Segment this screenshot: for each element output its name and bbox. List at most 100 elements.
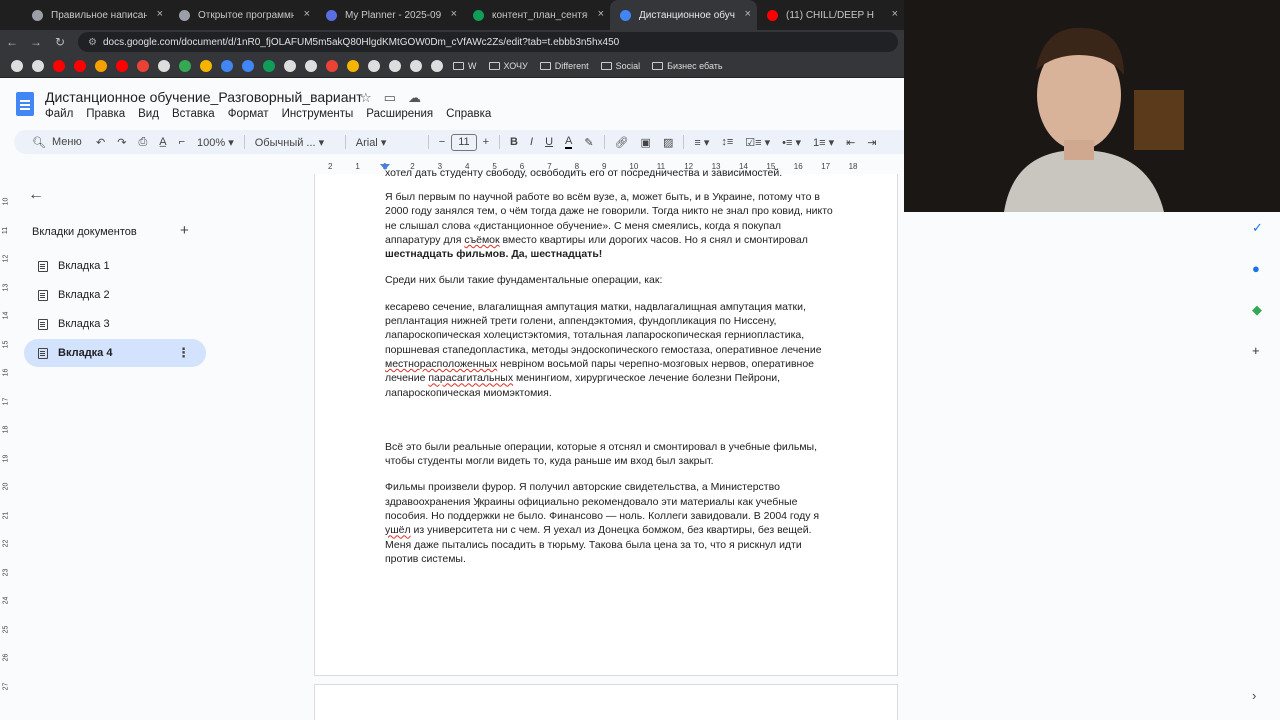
italic-icon[interactable]: I xyxy=(530,136,533,148)
style-select[interactable]: Обычный ... ▾ xyxy=(255,136,335,149)
bookmark-icon[interactable] xyxy=(199,59,212,72)
bookmark-icon[interactable] xyxy=(304,59,317,72)
decrease-font-icon[interactable]: − xyxy=(439,136,445,148)
browser-tab[interactable]: (11) CHILL/DEEP H × xyxy=(757,0,904,30)
checklist-icon[interactable]: ☑≡ ▾ xyxy=(745,136,770,149)
add-tab-icon[interactable]: + xyxy=(180,222,189,239)
cloud-status-icon[interactable]: ☁ xyxy=(408,90,421,106)
paragraph[interactable]: кесарево сечение, влагалищная ампутация … xyxy=(385,300,833,400)
browser-tab[interactable]: Открытое программное обес × xyxy=(169,0,316,30)
close-tab-icon[interactable]: × xyxy=(598,8,604,20)
bookmark-icon[interactable] xyxy=(220,59,233,72)
bookmark-icon[interactable] xyxy=(388,59,401,72)
misspelled-word[interactable]: местнорасположенных xyxy=(385,358,497,370)
maps-icon[interactable]: ◆ xyxy=(1252,302,1262,318)
undo-icon[interactable]: ↶ xyxy=(96,136,105,149)
paragraph[interactable]: Всё это были реальные операции, которые … xyxy=(385,440,833,469)
numbered-list-icon[interactable]: 1≡ ▾ xyxy=(813,136,834,149)
bookmark-icon[interactable] xyxy=(262,59,275,72)
menu-item[interactable]: Правка xyxy=(86,108,125,120)
menu-item[interactable]: Вставка xyxy=(172,108,215,120)
bookmark-icon[interactable] xyxy=(94,59,107,72)
misspelled-word[interactable]: съёмок xyxy=(464,234,499,246)
more-options-icon[interactable]: ⋮ xyxy=(177,345,190,361)
bookmark-folder[interactable]: ХОЧУ xyxy=(488,61,528,71)
paragraph[interactable]: хотел дать студенту свободу, освободить … xyxy=(385,166,833,180)
menu-item[interactable]: Вид xyxy=(138,108,159,120)
underline-icon[interactable]: U xyxy=(545,136,553,148)
sidebar-item-tab[interactable]: Вкладка 1 xyxy=(24,252,206,280)
document-page[interactable]: хотел дать студенту свободу, освободить … xyxy=(314,167,898,676)
font-size-input[interactable]: 11 xyxy=(451,133,477,151)
paragraph[interactable]: Я был первым по научной работе во всём в… xyxy=(385,190,833,261)
document-title[interactable]: Дистанционное обучение_Разговорный_вариа… xyxy=(45,89,363,105)
misspelled-word[interactable]: парасагитальных xyxy=(428,372,513,384)
bookmark-icon[interactable] xyxy=(136,59,149,72)
increase-font-icon[interactable]: + xyxy=(483,136,489,148)
print-icon[interactable]: ⎙ xyxy=(138,136,147,149)
chevron-right-icon[interactable]: › xyxy=(1252,688,1256,703)
bookmark-icon[interactable] xyxy=(430,59,443,72)
url-field[interactable]: ⚙ docs.google.com/document/d/1nR0_fjOLAF… xyxy=(78,32,898,52)
bullet-list-icon[interactable]: •≡ ▾ xyxy=(782,136,801,149)
browser-tab[interactable]: контент_план_сентябрь2025_С × xyxy=(463,0,610,30)
text-color-icon[interactable]: A xyxy=(565,135,573,149)
redo-icon[interactable]: ↷ xyxy=(117,136,126,149)
close-tab-icon[interactable]: × xyxy=(304,8,310,20)
misspelled-word[interactable]: ушёл xyxy=(385,524,411,536)
bookmark-folder[interactable]: Бизнес ебать xyxy=(652,61,723,71)
document-body[interactable]: хотел дать студенту свободу, освободить … xyxy=(385,166,833,578)
highlight-icon[interactable]: ✎ xyxy=(584,136,593,149)
bookmark-icon[interactable] xyxy=(73,59,86,72)
comment-icon[interactable]: ▣ xyxy=(641,136,651,149)
menu-item[interactable]: Расширения xyxy=(366,108,433,120)
bookmark-icon[interactable] xyxy=(157,59,170,72)
bookmark-icon[interactable] xyxy=(325,59,338,72)
spellcheck-icon[interactable]: A̲ xyxy=(159,136,166,148)
back-arrow-icon[interactable]: ← xyxy=(28,186,44,204)
site-info-icon[interactable]: ⚙ xyxy=(88,37,97,48)
bookmark-icon[interactable] xyxy=(31,59,44,72)
bookmark-icon[interactable] xyxy=(115,59,128,72)
bookmark-folder[interactable]: W xyxy=(453,61,477,71)
bookmark-icon[interactable] xyxy=(178,59,191,72)
paragraph[interactable]: Среди них были такие фундаментальные опе… xyxy=(385,273,833,287)
close-tab-icon[interactable]: × xyxy=(892,8,898,20)
back-icon[interactable]: ← xyxy=(0,35,24,49)
menu-item[interactable]: Инструменты xyxy=(282,108,354,120)
bookmark-icon[interactable] xyxy=(52,59,65,72)
image-icon[interactable]: ▨ xyxy=(663,136,673,149)
bookmark-folder[interactable]: Different xyxy=(539,61,589,71)
close-tab-icon[interactable]: × xyxy=(745,8,751,20)
increase-indent-icon[interactable]: ⇥ xyxy=(867,136,876,149)
docs-logo-icon[interactable] xyxy=(16,92,34,116)
browser-tab[interactable]: My Planner - 2025-09-13 × xyxy=(316,0,463,30)
menu-item[interactable]: Справка xyxy=(446,108,491,120)
sidebar-item-tab[interactable]: Вкладка 3 xyxy=(24,310,206,338)
add-icon[interactable]: + xyxy=(1252,343,1260,358)
link-icon[interactable]: 🔗︎ xyxy=(615,136,629,149)
paragraph[interactable]: Фильмы произвели фурор. Я получил авторс… xyxy=(385,480,833,566)
contacts-icon[interactable]: ● xyxy=(1252,261,1260,276)
sidebar-item-tab[interactable]: Вкладка 2 xyxy=(24,281,206,309)
forward-icon[interactable]: → xyxy=(24,35,48,49)
vertical-ruler[interactable]: 10 11 12 13 14 15 16 17 18 19 20 21 22 23 24 25 26 27 xyxy=(0,174,14,720)
bookmark-icon[interactable] xyxy=(409,59,422,72)
align-icon[interactable]: ≡ ▾ xyxy=(694,136,709,149)
font-select[interactable]: Arial ▾ xyxy=(356,136,418,149)
browser-tab[interactable]: Дистанционное обучение_Ра × xyxy=(610,0,757,30)
close-tab-icon[interactable]: × xyxy=(157,8,163,20)
menu-item[interactable]: Формат xyxy=(228,108,269,120)
bold-icon[interactable]: B xyxy=(510,136,518,148)
move-folder-icon[interactable]: ▭ xyxy=(384,90,396,106)
decrease-indent-icon[interactable]: ⇤ xyxy=(846,136,855,149)
star-icon[interactable]: ☆ xyxy=(360,90,372,106)
menu-search[interactable]: 🔍︎ Меню xyxy=(14,136,90,149)
sidebar-item-tab[interactable]: Вкладка 4 ⋮ xyxy=(24,339,206,367)
bookmark-icon[interactable] xyxy=(367,59,380,72)
bookmark-icon[interactable] xyxy=(346,59,359,72)
menu-item[interactable]: Файл xyxy=(45,108,73,120)
zoom-select[interactable]: 100% ▾ xyxy=(197,136,234,149)
browser-tab[interactable]: Правильное написание Gelan × xyxy=(22,0,169,30)
next-page[interactable] xyxy=(314,684,898,720)
